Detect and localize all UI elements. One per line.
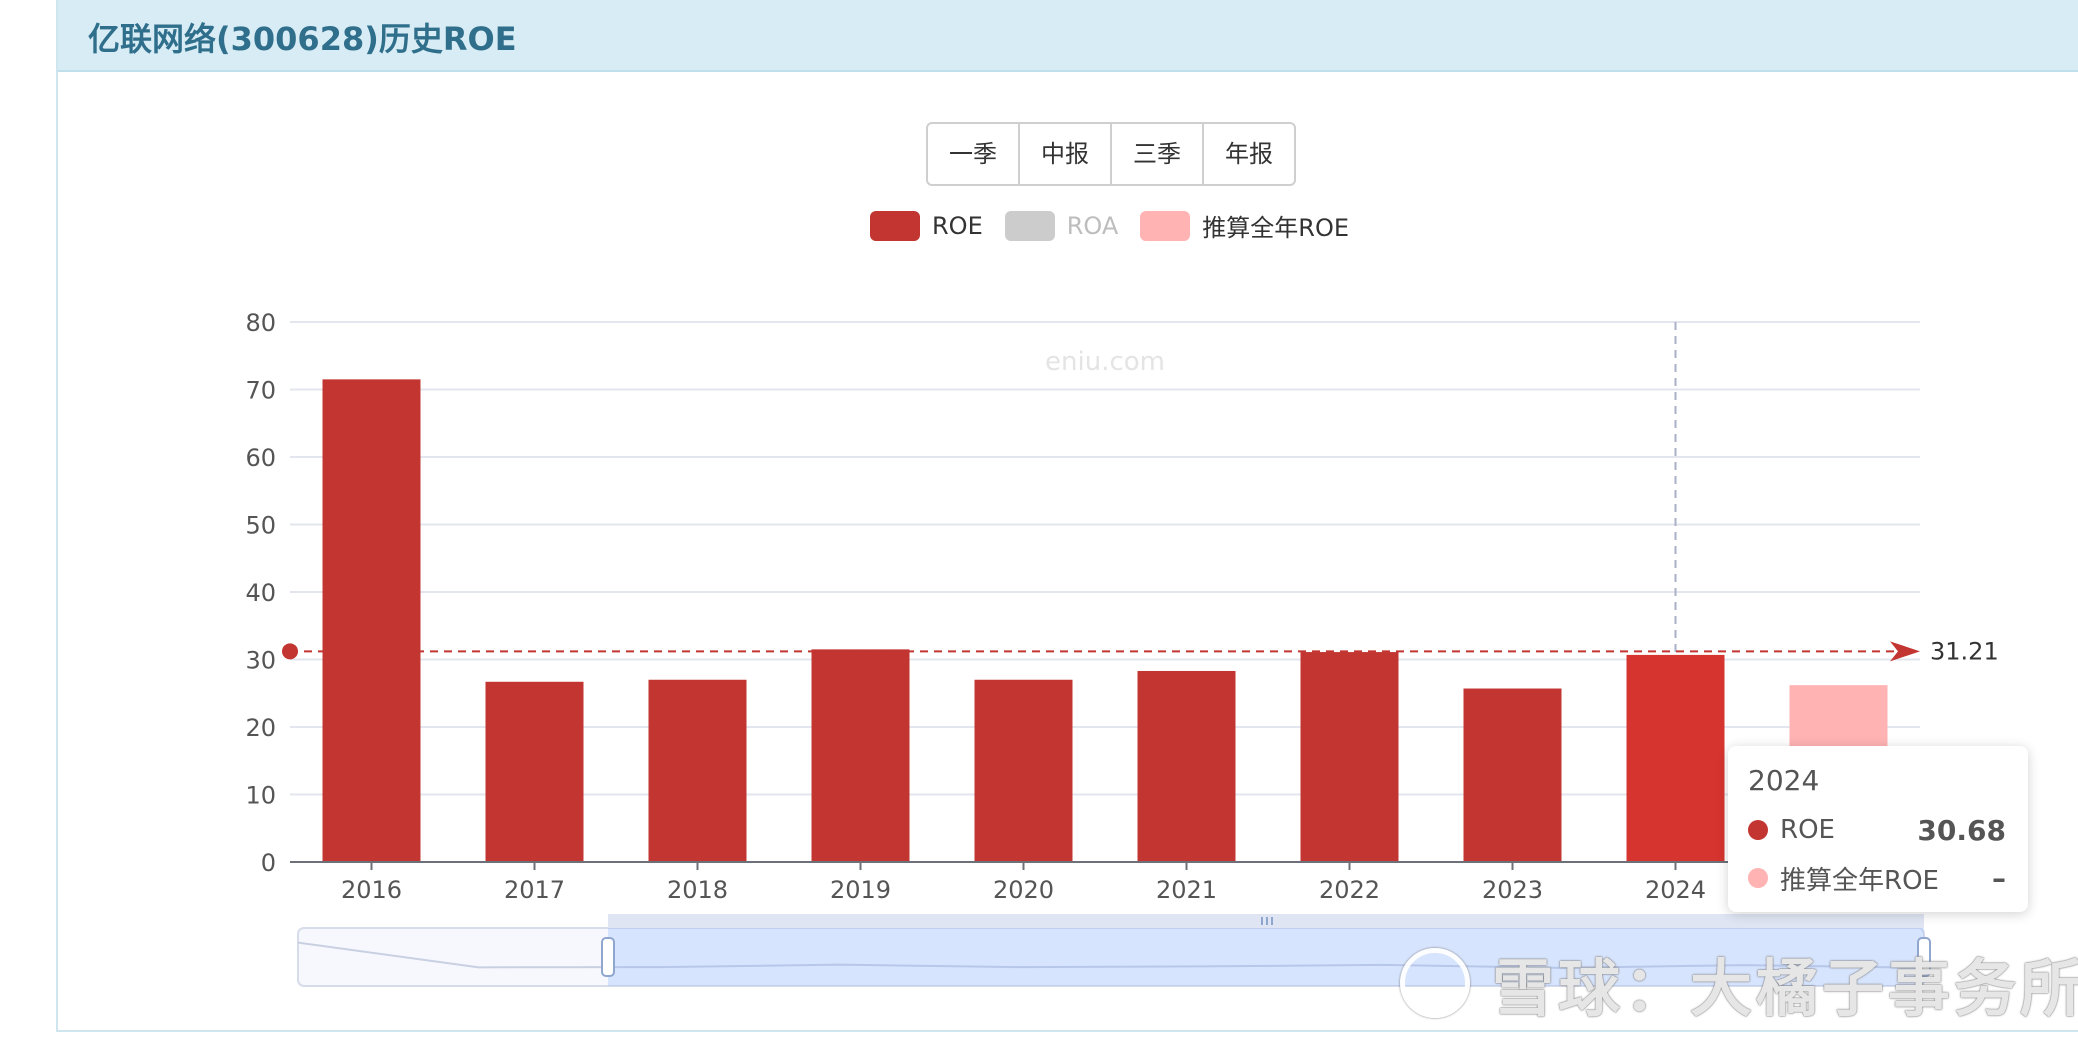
y-tick-label: 20 bbox=[245, 714, 276, 742]
bar-ROE-2017[interactable] bbox=[485, 681, 584, 862]
bar-ROE-2021[interactable] bbox=[1137, 670, 1236, 862]
y-tick-label: 40 bbox=[245, 579, 276, 607]
chart-watermark-text: eniu.com bbox=[1045, 347, 1165, 377]
tooltip-dot-roe bbox=[1748, 820, 1768, 840]
x-tick-label: 2022 bbox=[1319, 876, 1380, 904]
tooltip-value-estimated-roe: – bbox=[1992, 861, 2006, 895]
average-line-label: 31.21 bbox=[1930, 637, 1999, 665]
x-tick-label: 2018 bbox=[667, 876, 728, 904]
tooltip-row-roe: ROE 30.68 bbox=[1748, 810, 2006, 850]
y-tick-label: 50 bbox=[245, 512, 276, 540]
tooltip-title: 2024 bbox=[1748, 764, 1820, 797]
bar-ROE-2024[interactable] bbox=[1626, 654, 1725, 862]
x-tick-label: 2021 bbox=[1156, 876, 1217, 904]
data-zoom-left-handle[interactable] bbox=[601, 937, 615, 977]
tooltip-name-estimated-roe: 推算全年ROE bbox=[1780, 865, 1939, 896]
bar-ROE-2019[interactable] bbox=[811, 649, 910, 862]
average-line-start-dot bbox=[282, 643, 298, 660]
y-tick-label: 30 bbox=[245, 647, 276, 675]
y-tick-label: 80 bbox=[245, 309, 276, 337]
tooltip-row-estimated-roe: 推算全年ROE – bbox=[1748, 858, 2006, 898]
x-tick-label: 2024 bbox=[1645, 876, 1706, 904]
xueqiu-logo-icon bbox=[1400, 948, 1470, 1018]
y-tick-label: 70 bbox=[245, 377, 276, 405]
x-tick-label: 2023 bbox=[1482, 876, 1543, 904]
y-tick-label: 0 bbox=[261, 849, 276, 877]
bar-ROE-2023[interactable] bbox=[1463, 688, 1562, 862]
tooltip-dot-estimated-roe bbox=[1748, 868, 1768, 888]
bar-ROE-2020[interactable] bbox=[974, 679, 1073, 862]
x-tick-label: 2017 bbox=[504, 876, 565, 904]
y-tick-label: 10 bbox=[245, 782, 276, 810]
bar-ROE-2018[interactable] bbox=[648, 679, 747, 862]
x-tick-label: 2020 bbox=[993, 876, 1054, 904]
tooltip-value-roe: 30.68 bbox=[1917, 813, 2006, 847]
bar-ROE-2016[interactable] bbox=[322, 379, 421, 862]
tooltip-name-roe: ROE bbox=[1780, 815, 1835, 845]
average-line-arrow bbox=[1890, 641, 1920, 662]
bar-ROE-2022[interactable] bbox=[1300, 652, 1399, 862]
x-tick-label: 2019 bbox=[830, 876, 891, 904]
chart-tooltip: 2024 ROE 30.68 推算全年ROE – bbox=[1728, 746, 2028, 912]
xueqiu-watermark: 雪球：大橘子事务所 bbox=[1400, 938, 2078, 1028]
y-tick-label: 60 bbox=[245, 444, 276, 472]
watermark-text: 雪球：大橘子事务所 bbox=[1492, 952, 2078, 1025]
x-tick-label: 2016 bbox=[341, 876, 402, 904]
